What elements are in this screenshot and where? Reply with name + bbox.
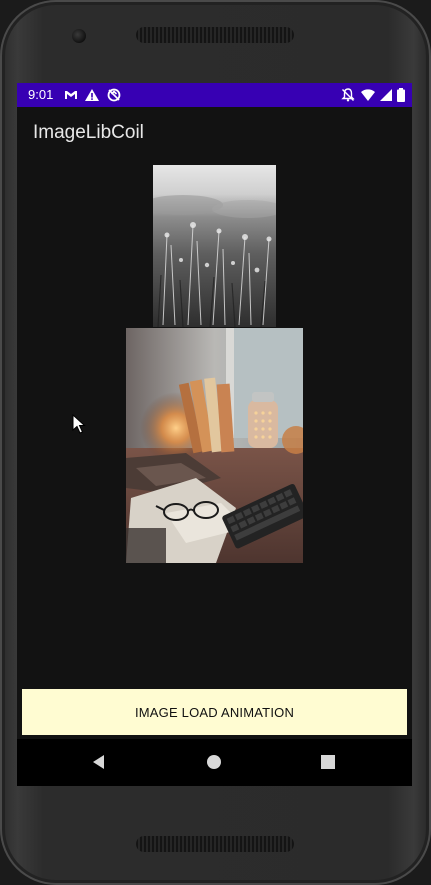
app-title: ImageLibCoil <box>33 122 144 143</box>
notifications-off-icon <box>341 88 355 102</box>
mouse-cursor-icon <box>72 414 86 434</box>
signal-icon <box>380 89 392 101</box>
status-time: 9:01 <box>28 87 54 102</box>
top-speaker-grille <box>136 27 294 43</box>
home-icon[interactable] <box>205 753 223 771</box>
phone-frame: 9:01 ImageLibCoil IMAGE LOAD ANIMATION <box>0 0 431 885</box>
gmail-icon <box>65 91 77 99</box>
front-camera <box>72 29 86 43</box>
recents-icon[interactable] <box>319 753 337 771</box>
warning-icon <box>85 89 99 101</box>
grayscale-grass-field-image <box>153 165 276 327</box>
sync-blocked-icon <box>107 88 121 102</box>
status-bar: 9:01 <box>17 83 412 107</box>
battery-icon <box>397 88 405 102</box>
bottom-speaker-grille <box>136 836 294 852</box>
desk-still-life-image <box>126 328 303 563</box>
navigation-bar <box>17 739 412 786</box>
image-load-animation-button[interactable]: IMAGE LOAD ANIMATION <box>22 689 407 735</box>
back-icon[interactable] <box>90 753 108 771</box>
wifi-icon <box>361 89 375 101</box>
screen: 9:01 ImageLibCoil IMAGE LOAD ANIMATION <box>17 83 412 786</box>
